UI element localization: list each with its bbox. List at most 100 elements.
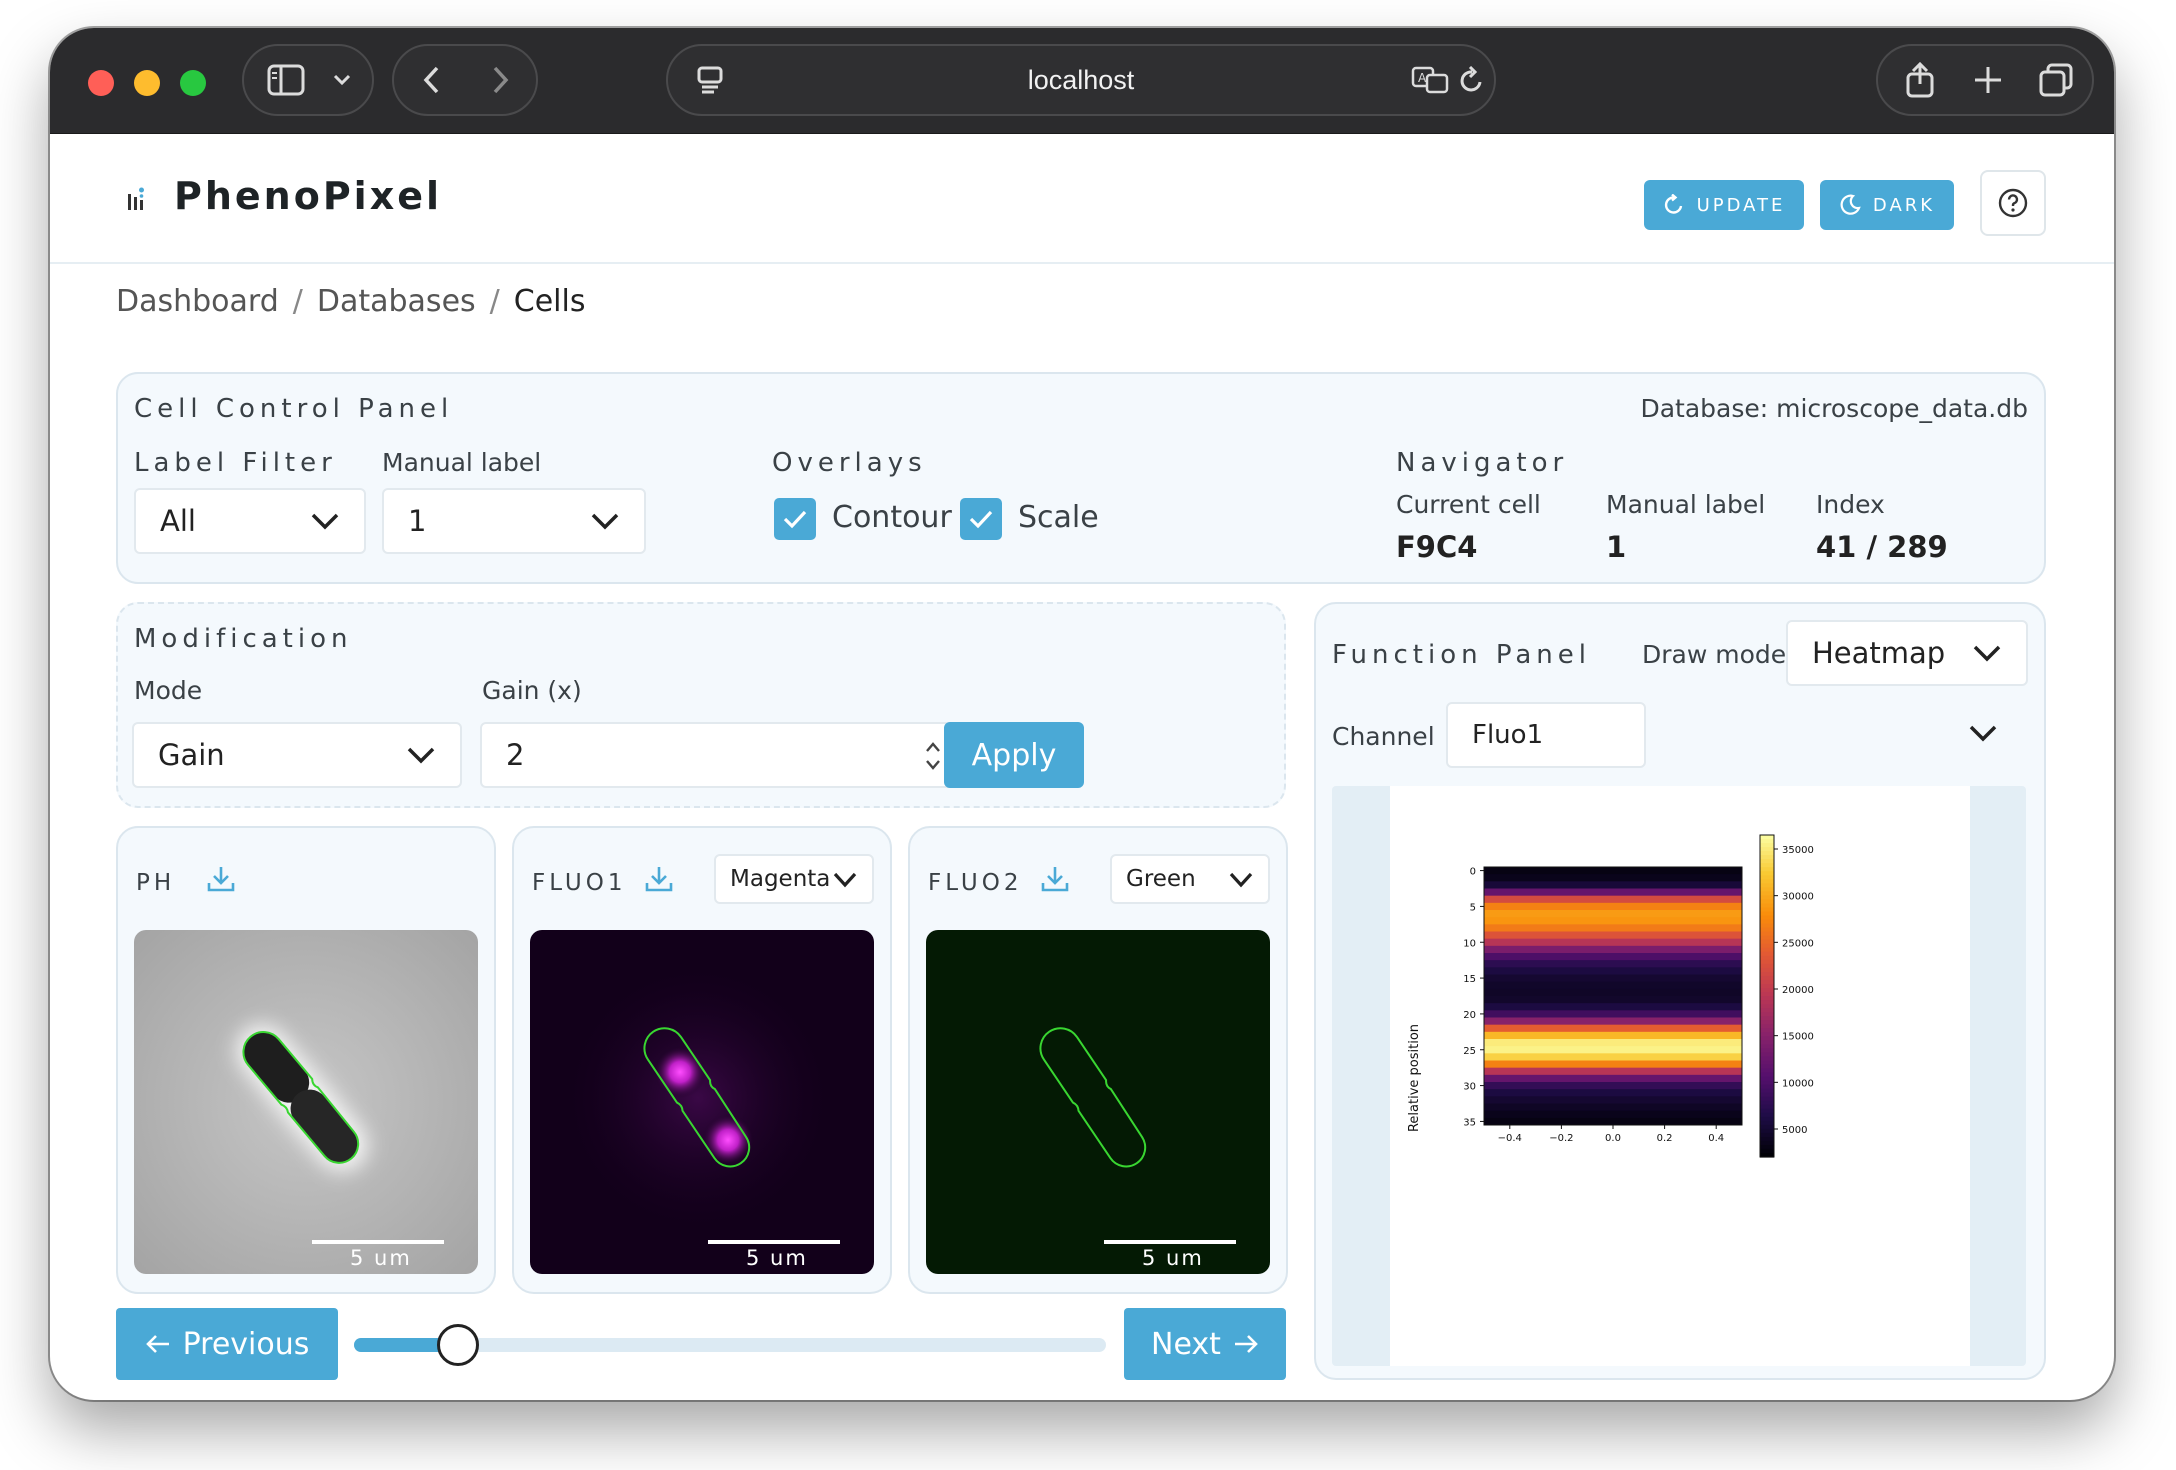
colorbar-segment xyxy=(1760,1048,1774,1053)
colorbar-segment xyxy=(1760,859,1774,864)
back-arrow-icon[interactable] xyxy=(402,46,462,114)
chevron-down-icon[interactable] xyxy=(320,46,364,114)
label-filter-value: All xyxy=(160,504,196,538)
close-window-button[interactable] xyxy=(88,70,114,96)
heatmap-row xyxy=(1484,1053,1742,1061)
colorbar-tick-label: 20000 xyxy=(1782,985,1814,996)
heatmap-row xyxy=(1484,902,1742,911)
colorbar-segment xyxy=(1760,855,1774,860)
channel-select[interactable]: Fluo1 xyxy=(1446,702,1646,768)
colorbar-segment xyxy=(1760,919,1774,925)
navigator-title: Navigator xyxy=(1396,448,1569,478)
mode-select[interactable]: Gain xyxy=(132,722,462,788)
mode-value: Gain xyxy=(158,738,225,772)
apply-button[interactable]: Apply xyxy=(944,722,1084,788)
colorbar-segment xyxy=(1760,1044,1774,1049)
fluo2-color-value: Green xyxy=(1126,866,1196,892)
sidebar-toggle-group xyxy=(242,44,374,116)
sidebar-icon[interactable] xyxy=(258,46,314,114)
share-icon[interactable] xyxy=(1890,46,1950,114)
colorbar-segment xyxy=(1760,939,1774,945)
y-tick-label: 25 xyxy=(1463,1046,1476,1057)
colorbar-tick-label: 30000 xyxy=(1782,892,1814,903)
label-filter-label: Label Filter xyxy=(134,448,337,478)
heatmap-row xyxy=(1484,945,1742,954)
heatmap-row xyxy=(1484,1082,1742,1090)
dark-button-label: DARK xyxy=(1872,194,1936,216)
moon-icon xyxy=(1840,194,1861,215)
fluo2-color-select[interactable]: Green xyxy=(1110,854,1270,904)
heatmap-figure: Relative position 0 5 10 15 20 25 30 35 −0.4 −0.2… xyxy=(1390,786,1970,1366)
help-button[interactable] xyxy=(1980,170,2046,236)
ph-image: 5 um xyxy=(134,930,478,1274)
fluo1-image: 5 um xyxy=(530,930,874,1274)
gain-input[interactable]: 2 xyxy=(480,722,970,788)
forward-arrow-icon[interactable] xyxy=(470,46,530,114)
download-icon[interactable] xyxy=(206,864,236,898)
y-tick-label: 20 xyxy=(1463,1010,1476,1021)
colorbar-segment xyxy=(1760,899,1774,905)
browser-window: localhost A PhenoPixel UPDATE DARK Dashb… xyxy=(50,28,2114,1400)
colorbar-segment xyxy=(1760,935,1774,941)
colorbar-segment xyxy=(1760,971,1774,977)
breadcrumb-dashboard[interactable]: Dashboard xyxy=(116,284,279,319)
fluo2-image-panel: FLUO2 Green 5 um xyxy=(908,826,1288,1294)
cell-index-slider[interactable] xyxy=(354,1324,1106,1366)
overlays-title: Overlays xyxy=(772,448,927,478)
ph-title: PH xyxy=(136,870,176,896)
y-tick-label: 0 xyxy=(1470,867,1476,878)
app-header: PhenoPixel UPDATE DARK xyxy=(50,134,2114,264)
chevron-down-icon xyxy=(833,872,857,888)
maximize-window-button[interactable] xyxy=(180,70,206,96)
colorbar-segment xyxy=(1760,963,1774,969)
chevron-down-icon xyxy=(1973,645,2001,662)
new-tab-plus-icon[interactable] xyxy=(1958,46,2018,114)
update-button[interactable]: UPDATE xyxy=(1644,180,1804,230)
ph-scale-text: 5 um xyxy=(350,1246,412,1270)
chevron-down-icon[interactable] xyxy=(1968,722,1998,744)
refresh-icon xyxy=(1664,194,1682,214)
colorbar-segment xyxy=(1760,1012,1774,1017)
slider-thumb[interactable] xyxy=(437,1324,480,1366)
colorbar-segment xyxy=(1760,915,1774,921)
scale-checkbox[interactable] xyxy=(960,498,1002,540)
y-tick-label: 5 xyxy=(1470,902,1476,913)
reload-icon[interactable] xyxy=(1454,46,1490,114)
colorbar-segment xyxy=(1760,1084,1774,1090)
gain-value: 2 xyxy=(506,738,525,772)
x-tick-label: −0.4 xyxy=(1498,1133,1522,1144)
colorbar-segment xyxy=(1760,883,1774,888)
cell-control-panel-title: Cell Control Panel xyxy=(134,394,454,424)
minimize-window-button[interactable] xyxy=(134,70,160,96)
ph-scale-bar xyxy=(312,1240,444,1244)
fluo1-color-select[interactable]: Magenta xyxy=(714,854,874,904)
label-filter-select[interactable]: All xyxy=(134,488,366,554)
colorbar-segment xyxy=(1760,1024,1774,1029)
colorbar-segment xyxy=(1760,835,1774,840)
download-icon[interactable] xyxy=(644,864,674,898)
heatmap-row xyxy=(1484,881,1742,889)
channel-label: Channel xyxy=(1332,722,1435,751)
tab-overview-icon[interactable] xyxy=(2026,46,2086,114)
database-name: Database: microscope_data.db xyxy=(1640,394,2028,423)
heatmap-row xyxy=(1484,1074,1742,1083)
fluo2-image: 5 um xyxy=(926,930,1270,1274)
dark-mode-button[interactable]: DARK xyxy=(1820,180,1954,230)
breadcrumb-databases[interactable]: Databases xyxy=(317,284,476,319)
index-value: 41 / 289 xyxy=(1816,530,1948,564)
contour-checkbox[interactable] xyxy=(774,498,816,540)
previous-button[interactable]: Previous xyxy=(116,1308,338,1380)
draw-mode-select[interactable]: Heatmap xyxy=(1786,620,2028,686)
heatmap-row xyxy=(1484,953,1742,961)
translate-icon[interactable]: A xyxy=(1408,46,1452,114)
download-icon[interactable] xyxy=(1040,864,1070,898)
spinner-arrows-icon[interactable] xyxy=(924,740,942,772)
function-panel-title: Function Panel xyxy=(1332,640,1591,670)
contour-label: Contour xyxy=(832,500,952,535)
navigator-manual-label-value: 1 xyxy=(1606,530,1627,564)
colorbar-segment xyxy=(1760,927,1774,933)
manual-label-select[interactable]: 1 xyxy=(382,488,646,554)
address-bar[interactable]: localhost A xyxy=(666,44,1496,116)
heatmap-row xyxy=(1484,938,1742,947)
next-button[interactable]: Next xyxy=(1124,1308,1286,1380)
